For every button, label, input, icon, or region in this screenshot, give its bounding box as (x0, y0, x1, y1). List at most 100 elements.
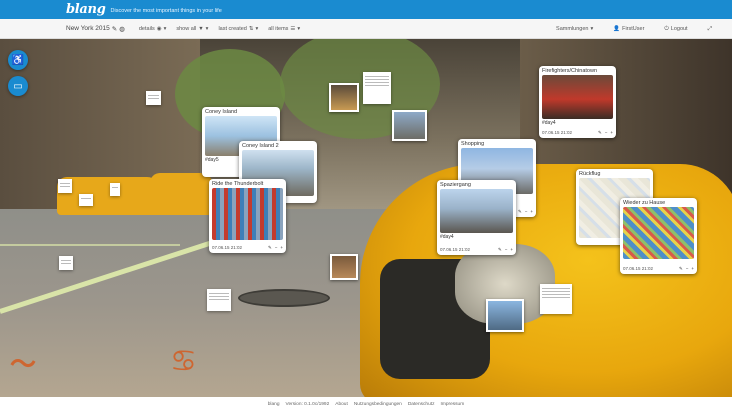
top-bar: blang Discover the most important things… (0, 0, 732, 19)
fullscreen-button[interactable]: ⤢ (708, 26, 712, 33)
sort-icon: ⇅ (248, 25, 254, 32)
photo-thumbnail[interactable] (330, 254, 358, 280)
card-title: Wieder zu Hause (623, 200, 666, 206)
board-title[interactable]: New York 2015 ✎ ◍ (66, 25, 125, 33)
filter-dropdown[interactable]: show all ▼ ▾ (176, 26, 208, 32)
filter-icon: ▼ (198, 25, 204, 32)
card-actions: ✎ − + (518, 209, 533, 215)
photo-thumbnail[interactable] (329, 83, 359, 112)
logout-label: Logout (670, 26, 688, 32)
card-image (212, 188, 283, 240)
footer: blang Version: 0.1.0c/1992 About Nutzung… (0, 397, 732, 412)
plus-icon[interactable]: + (510, 247, 513, 253)
board-note[interactable] (207, 289, 231, 311)
details-label: details (138, 25, 155, 32)
minus-icon[interactable]: − (525, 209, 528, 215)
plus-icon[interactable]: + (610, 130, 613, 136)
photo-image (394, 112, 425, 139)
list-icon: ☰ (290, 25, 296, 32)
app-logo[interactable]: blang (66, 2, 106, 17)
board-canvas[interactable]: 〜 ♋ ♿ ▭ Coney Island #day5 Coney Island … (0, 39, 732, 397)
footer-privacy-link[interactable]: Datenschutz (408, 402, 435, 407)
card-title: Shopping (461, 141, 485, 147)
card-title: Coney Island (205, 109, 238, 115)
card-title: Spaziergang (440, 182, 471, 188)
pencil-icon[interactable]: ✎ (112, 25, 117, 33)
card-tag: #day4 (440, 234, 454, 240)
card-footer: 07.06.15 21:02 ✎ − + (623, 266, 694, 272)
item-card-spaziergang[interactable]: Spaziergang #day4 07.06.15 21:02 ✎ − + (437, 180, 516, 255)
board-note[interactable] (79, 194, 93, 206)
card-title: Coney Island 2 (242, 143, 279, 149)
app-tagline: Discover the most important things in yo… (110, 7, 222, 14)
card-date: 07.06.15 21:02 (542, 130, 573, 135)
footer-terms-link[interactable]: Nutzungsbedingungen (354, 402, 402, 407)
user-name: FirstUser (622, 26, 645, 32)
card-actions: ✎ − + (268, 245, 283, 251)
board-note[interactable] (146, 91, 161, 105)
sort-label: last created (218, 25, 247, 32)
item-card-firefighters[interactable]: Firefighters/Chinatown #day4 07.06.15 21… (539, 66, 616, 138)
chevron-down-icon: ▾ (590, 26, 594, 32)
collections-dropdown[interactable]: Sammlungen ▾ (556, 26, 593, 32)
edit-icon[interactable]: ✎ (498, 247, 502, 253)
globe-icon[interactable]: ◍ (119, 25, 125, 33)
toolbar: New York 2015 ✎ ◍ details ◉ ▾ show all ▼… (0, 19, 732, 39)
photo-thumbnail[interactable] (486, 299, 524, 332)
chevron-down-icon: ▾ (255, 25, 259, 32)
details-dropdown[interactable]: details ◉ ▾ (139, 26, 166, 32)
minus-icon[interactable]: − (686, 266, 689, 272)
card-date: 07.06.15 21:02 (623, 266, 654, 271)
expand-icon: ⤢ (707, 25, 712, 32)
plus-icon[interactable]: + (530, 209, 533, 215)
lane-marking (0, 244, 180, 246)
footer-version: Version: 0.1.0c/1992 (285, 402, 330, 407)
user-menu[interactable]: 👤 FirstUser (613, 26, 644, 32)
plus-icon[interactable]: + (691, 266, 694, 272)
toolbar-right: Sammlungen ▾ 👤 FirstUser ⏻ Logout ⤢ (556, 19, 722, 39)
collections-label: Sammlungen (556, 26, 589, 32)
photo-thumbnail[interactable] (392, 110, 427, 141)
card-title: Ride the Thunderbolt (212, 181, 264, 187)
footer-imprint-link[interactable]: Impressum (441, 402, 465, 407)
minus-icon[interactable]: − (605, 130, 608, 136)
edit-icon[interactable]: ✎ (268, 245, 272, 251)
card-date: 07.06.15 21:02 (212, 245, 243, 250)
photo-image (488, 301, 522, 330)
chevron-down-icon: ▾ (163, 25, 167, 32)
logout-icon: ⏻ (664, 25, 669, 32)
item-card-wieder-zu-hause[interactable]: Wieder zu Hause 07.06.15 21:02 ✎ − + (620, 198, 697, 274)
logout-button[interactable]: ⏻ Logout (664, 26, 687, 33)
minus-icon[interactable]: − (505, 247, 508, 253)
card-title: Firefighters/Chinatown (542, 68, 598, 74)
background-taxi (57, 177, 161, 215)
card-image (623, 207, 694, 259)
item-card-ride-the-thunderbolt[interactable]: Ride the Thunderbolt 07.06.15 21:02 ✎ − … (209, 179, 286, 253)
card-date: 07.06.15 21:02 (440, 247, 471, 252)
board-note[interactable] (363, 72, 391, 104)
background-taxi (150, 173, 214, 215)
card-actions: ✎ − + (498, 247, 513, 253)
background-manhole (238, 289, 330, 307)
minus-icon[interactable]: − (275, 245, 278, 251)
plus-icon[interactable]: + (280, 245, 283, 251)
board-note[interactable] (59, 256, 73, 270)
items-dropdown[interactable]: all items ☰ ▾ (268, 26, 300, 32)
edit-icon[interactable]: ✎ (598, 130, 602, 136)
board-note[interactable] (110, 183, 120, 196)
profile-button[interactable]: ♿ (8, 50, 28, 70)
photo-image (332, 256, 356, 278)
footer-brand: blang (267, 402, 280, 407)
board-note[interactable] (58, 179, 72, 193)
edit-icon[interactable]: ✎ (518, 209, 522, 215)
card-image (542, 75, 613, 119)
street-marking: 〜 (10, 350, 37, 380)
card-image (440, 189, 513, 233)
footer-about-link[interactable]: About (335, 402, 348, 407)
filter-label: show all (176, 25, 197, 32)
edit-icon[interactable]: ✎ (679, 266, 683, 272)
chat-button[interactable]: ▭ (8, 76, 28, 96)
board-note[interactable] (540, 284, 572, 314)
sort-dropdown[interactable]: last created ⇅ ▾ (218, 26, 258, 32)
street-marking: ♋ (170, 344, 197, 379)
